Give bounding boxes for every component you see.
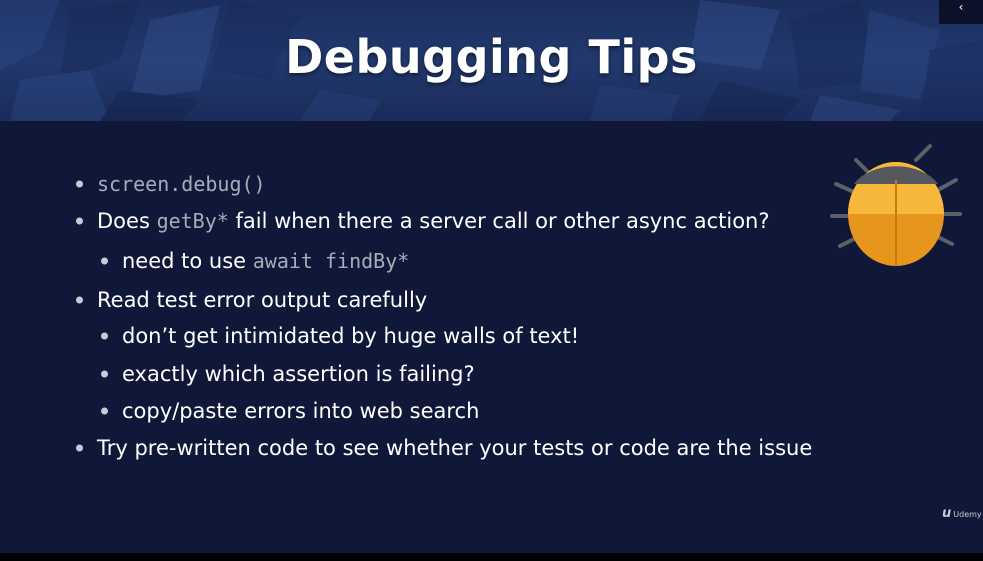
sub-bullet-item: copy/paste errors into web search <box>101 399 480 423</box>
bullet-item: screen.debug() <box>76 172 266 196</box>
bullet-text: don’t get intimidated by huge walls of t… <box>122 324 580 348</box>
bullet-text: Try pre-written code to see whether your… <box>97 436 813 460</box>
bullet-dot <box>101 257 108 265</box>
bullet-text: Read test error output carefully <box>97 288 428 312</box>
bullet-dot <box>76 296 83 304</box>
slide-title: Debugging Tips <box>285 30 698 84</box>
bullet-dot <box>76 444 83 452</box>
title-banner: Debugging Tips ‹ <box>0 0 983 121</box>
bullet-dot <box>101 407 108 415</box>
bullet-item: Read test error output carefully <box>76 288 428 312</box>
code-text: await findBy* <box>252 249 410 273</box>
bullet-dot <box>101 332 108 340</box>
chevron-left-icon[interactable]: ‹ <box>939 0 983 24</box>
bullet-dot <box>76 180 83 188</box>
sub-bullet-item: need to use await findBy* <box>101 249 410 273</box>
bug-icon <box>830 144 962 266</box>
bullet-dot <box>76 217 83 225</box>
code-text: getBy* <box>156 209 229 233</box>
bullet-text: copy/paste errors into web search <box>122 399 480 423</box>
bullet-dot <box>101 370 108 378</box>
bullet-text: need to use <box>122 249 253 273</box>
bottom-bar <box>0 553 983 561</box>
sub-bullet-item: don’t get intimidated by huge walls of t… <box>101 324 580 348</box>
slide: Debugging Tips ‹ screen.debug() Does get… <box>0 0 983 553</box>
code-text: screen.debug() <box>97 172 266 196</box>
bullet-text: exactly which assertion is failing? <box>122 362 475 386</box>
bullet-item: Try pre-written code to see whether your… <box>76 436 813 460</box>
sub-bullet-item: exactly which assertion is failing? <box>101 362 475 386</box>
udemy-logo: u Udemy <box>942 506 982 521</box>
bullet-text: fail when there a server call or other a… <box>228 209 770 233</box>
bullet-item: Does getBy* fail when there a server cal… <box>76 209 770 233</box>
bullet-text: Does <box>97 209 157 233</box>
